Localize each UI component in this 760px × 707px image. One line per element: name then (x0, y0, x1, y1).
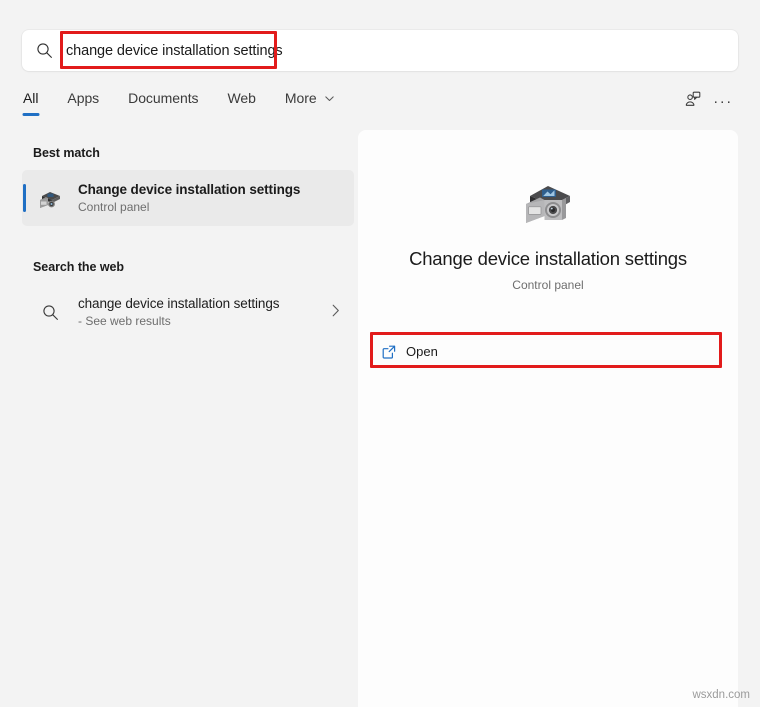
tab-documents-label: Documents (128, 90, 199, 106)
best-match-header: Best match (33, 146, 100, 160)
search-the-web-header: Search the web (33, 260, 124, 274)
tab-more[interactable]: More (284, 88, 336, 106)
search-bar[interactable] (22, 30, 738, 71)
best-match-result-row[interactable]: Change device installation settings Cont… (22, 170, 354, 226)
web-result-title: change device installation settings (78, 296, 280, 311)
feedback-button[interactable] (678, 88, 708, 114)
web-result-row[interactable]: change device installation settings - Se… (22, 284, 354, 340)
tab-documents[interactable]: Documents (127, 88, 199, 106)
best-match-title: Change device installation settings (78, 182, 301, 197)
tab-more-label: More (284, 90, 317, 106)
feedback-people-icon (684, 90, 702, 113)
tab-apps[interactable]: Apps (66, 88, 100, 106)
web-result-subtitle: - See web results (78, 314, 171, 328)
preview-pane: Change device installation settings Cont… (358, 130, 738, 707)
preview-subtitle: Control panel (512, 278, 584, 292)
device-hardware-icon (358, 172, 738, 232)
search-icon (22, 42, 66, 59)
chevron-down-icon (325, 94, 335, 105)
tab-all-label: All (23, 90, 39, 106)
tab-web-label: Web (227, 90, 256, 106)
device-hardware-icon (34, 182, 66, 214)
open-label: Open (406, 344, 438, 359)
open-button[interactable]: Open (370, 335, 726, 368)
results-column: Best match Change device installation se… (22, 138, 354, 707)
more-options-button[interactable]: ··· (708, 88, 738, 120)
chevron-right-icon (332, 304, 340, 320)
watermark: wsxdn.com (692, 689, 750, 701)
search-filter-tabs: All Apps Documents Web More ··· (22, 88, 738, 124)
ellipsis-icon: ··· (713, 92, 733, 110)
search-icon (34, 296, 66, 328)
search-input[interactable] (66, 30, 738, 71)
preview-title: Change device installation settings (409, 248, 687, 269)
tab-all[interactable]: All (22, 88, 39, 106)
tab-web[interactable]: Web (227, 88, 257, 106)
open-external-icon (372, 344, 406, 360)
tab-apps-label: Apps (67, 90, 100, 106)
best-match-subtitle: Control panel (78, 200, 150, 214)
